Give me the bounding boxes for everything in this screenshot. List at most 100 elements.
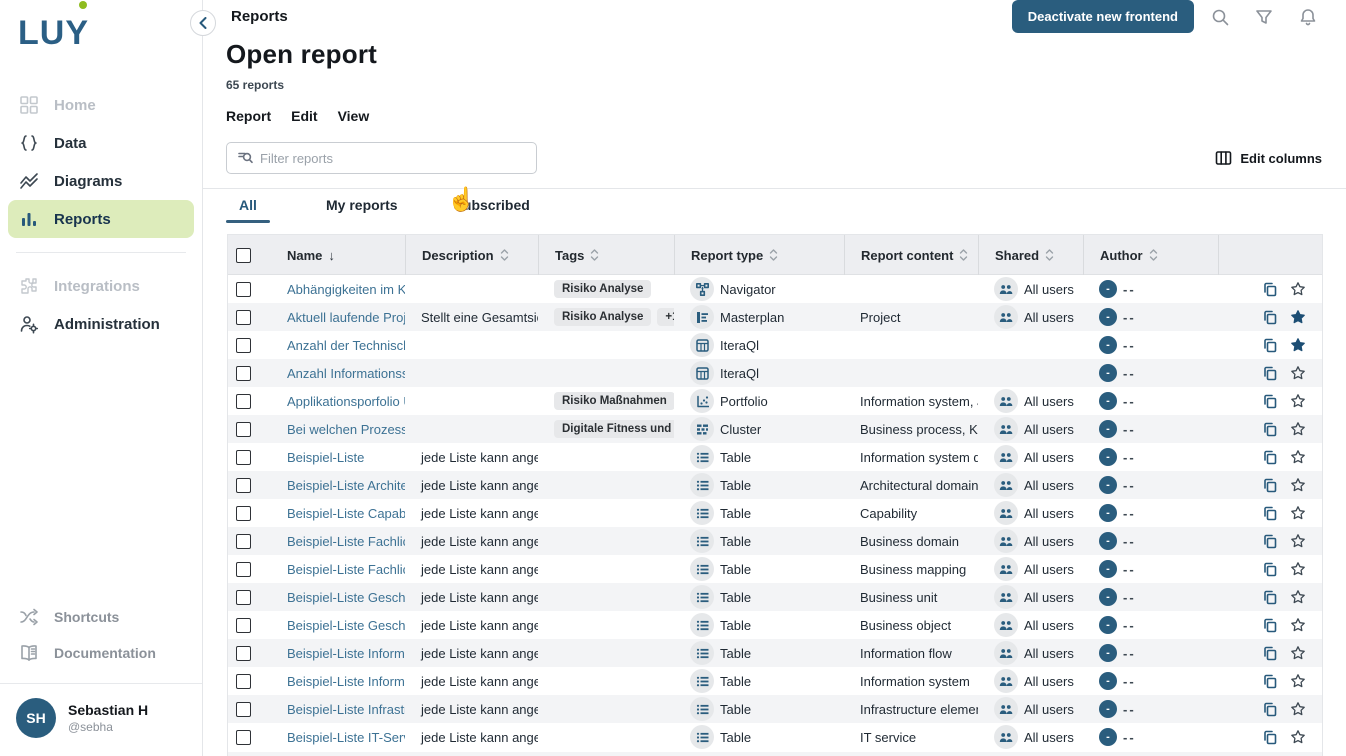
tab-subscribed[interactable]: Subscribed (454, 189, 530, 223)
duplicate-report-icon[interactable] (1262, 617, 1278, 633)
row-checkbox[interactable] (236, 534, 251, 549)
report-content (844, 275, 978, 303)
favorite-star-icon[interactable] (1290, 449, 1306, 465)
duplicate-report-icon[interactable] (1262, 337, 1278, 353)
duplicate-report-icon[interactable] (1262, 281, 1278, 297)
duplicate-report-icon[interactable] (1262, 701, 1278, 717)
tab-my-reports[interactable]: My reports (326, 189, 398, 223)
menu-view[interactable]: View (338, 108, 370, 124)
row-checkbox[interactable] (236, 562, 251, 577)
favorite-star-icon[interactable] (1290, 365, 1306, 381)
row-checkbox[interactable] (236, 310, 251, 325)
duplicate-report-icon[interactable] (1262, 533, 1278, 549)
menu-report[interactable]: Report (226, 108, 271, 124)
row-checkbox[interactable] (236, 366, 251, 381)
sidebar-item-reports[interactable]: Reports (8, 200, 194, 238)
duplicate-report-icon[interactable] (1262, 477, 1278, 493)
favorite-star-icon[interactable] (1290, 701, 1306, 717)
sidebar-item-home[interactable]: Home (8, 86, 194, 124)
column-header-tags[interactable]: Tags (538, 235, 674, 275)
favorite-star-icon[interactable] (1290, 589, 1306, 605)
report-name-link[interactable]: Aktuell laufende Projek... (287, 310, 405, 325)
report-name-link[interactable]: Beispiel-Liste Architekt... (287, 478, 405, 493)
duplicate-report-icon[interactable] (1262, 449, 1278, 465)
report-name-link[interactable]: Applikationsporfolio Ü... (287, 394, 405, 409)
favorite-star-icon[interactable] (1290, 645, 1306, 661)
favorite-star-icon[interactable] (1290, 477, 1306, 493)
duplicate-report-icon[interactable] (1262, 309, 1278, 325)
favorite-star-icon[interactable] (1290, 393, 1306, 409)
tab-all[interactable]: All (226, 189, 270, 223)
favorite-star-icon[interactable] (1290, 729, 1306, 745)
column-header-report-content[interactable]: Report content (844, 235, 978, 275)
report-name-link[interactable]: Beispiel-Liste Informati... (287, 674, 405, 689)
duplicate-report-icon[interactable] (1262, 729, 1278, 745)
row-checkbox[interactable] (236, 618, 251, 633)
favorite-star-icon[interactable] (1290, 673, 1306, 689)
report-name-link[interactable]: Anzahl der Technische... (287, 338, 405, 353)
report-name-link[interactable]: Bei welchen Prozessen... (287, 422, 405, 437)
report-name-link[interactable]: Beispiel-Liste Fachlich... (287, 534, 405, 549)
sidebar-item-administration[interactable]: Administration (8, 305, 194, 343)
row-checkbox[interactable] (236, 422, 251, 437)
report-name-link[interactable]: Beispiel-Liste Geschäft... (287, 618, 405, 633)
duplicate-report-icon[interactable] (1262, 645, 1278, 661)
report-name-link[interactable]: Beispiel-Liste IT-Servic... (287, 730, 405, 745)
favorite-star-icon[interactable] (1290, 617, 1306, 633)
favorite-star-icon[interactable] (1290, 561, 1306, 577)
report-name-link[interactable]: Anzahl Informationssy... (287, 366, 405, 381)
row-checkbox[interactable] (236, 338, 251, 353)
report-name-link[interactable]: Beispiel-Liste Fachlich... (287, 562, 405, 577)
report-name-link[interactable]: Beispiel-Liste Geschäft... (287, 590, 405, 605)
menu-edit[interactable]: Edit (291, 108, 317, 124)
column-header-author[interactable]: Author (1083, 235, 1218, 275)
report-name-link[interactable]: Abhängigkeiten im Kon... (287, 282, 405, 297)
duplicate-report-icon[interactable] (1262, 393, 1278, 409)
duplicate-report-icon[interactable] (1262, 561, 1278, 577)
column-header-shared[interactable]: Shared (978, 235, 1083, 275)
favorite-star-icon[interactable] (1290, 281, 1306, 297)
sidebar-item-integrations[interactable]: Integrations (8, 267, 194, 305)
report-name-link[interactable]: Beispiel-Liste Informati... (287, 646, 405, 661)
sidebar-collapse-button[interactable] (190, 10, 216, 36)
column-header-name[interactable]: Name↓ (271, 235, 405, 275)
report-name-link[interactable]: Beispiel-Liste Infrastru... (287, 702, 405, 717)
filter-reports-input[interactable] (260, 151, 526, 166)
row-checkbox[interactable] (236, 730, 251, 745)
duplicate-report-icon[interactable] (1262, 365, 1278, 381)
sidebar-item-documentation[interactable]: Documentation (0, 635, 202, 671)
row-checkbox[interactable] (236, 506, 251, 521)
favorite-star-icon[interactable] (1290, 505, 1306, 521)
favorite-star-icon[interactable] (1290, 533, 1306, 549)
row-checkbox[interactable] (236, 282, 251, 297)
select-all-checkbox[interactable] (236, 248, 251, 263)
favorite-star-icon[interactable] (1290, 309, 1306, 325)
row-checkbox[interactable] (236, 590, 251, 605)
duplicate-report-icon[interactable] (1262, 505, 1278, 521)
row-checkbox[interactable] (236, 450, 251, 465)
row-checkbox[interactable] (236, 674, 251, 689)
duplicate-report-icon[interactable] (1262, 673, 1278, 689)
sidebar-item-data[interactable]: Data (8, 124, 194, 162)
filter-icon[interactable] (1246, 1, 1282, 33)
favorite-star-icon[interactable] (1290, 337, 1306, 353)
sidebar-item-diagrams[interactable]: Diagrams (8, 162, 194, 200)
search-icon[interactable] (1202, 1, 1238, 33)
report-name-link[interactable]: Beispiel-Liste (287, 450, 364, 465)
favorite-star-icon[interactable] (1290, 421, 1306, 437)
duplicate-report-icon[interactable] (1262, 421, 1278, 437)
row-checkbox[interactable] (236, 702, 251, 717)
user-profile[interactable]: SH Sebastian H @sebha (0, 683, 202, 756)
row-checkbox[interactable] (236, 394, 251, 409)
edit-columns-button[interactable]: Edit columns (1215, 150, 1323, 166)
deactivate-new-frontend-button[interactable]: Deactivate new frontend (1012, 0, 1194, 33)
luy-logo[interactable]: LUY (0, 0, 202, 60)
column-header-report-type[interactable]: Report type (674, 235, 844, 275)
sidebar-item-shortcuts[interactable]: Shortcuts (0, 599, 202, 635)
duplicate-report-icon[interactable] (1262, 589, 1278, 605)
row-checkbox[interactable] (236, 646, 251, 661)
report-name-link[interactable]: Beispiel-Liste Capability (287, 506, 405, 521)
column-header-description[interactable]: Description (405, 235, 538, 275)
row-checkbox[interactable] (236, 478, 251, 493)
bell-icon[interactable] (1290, 1, 1326, 33)
